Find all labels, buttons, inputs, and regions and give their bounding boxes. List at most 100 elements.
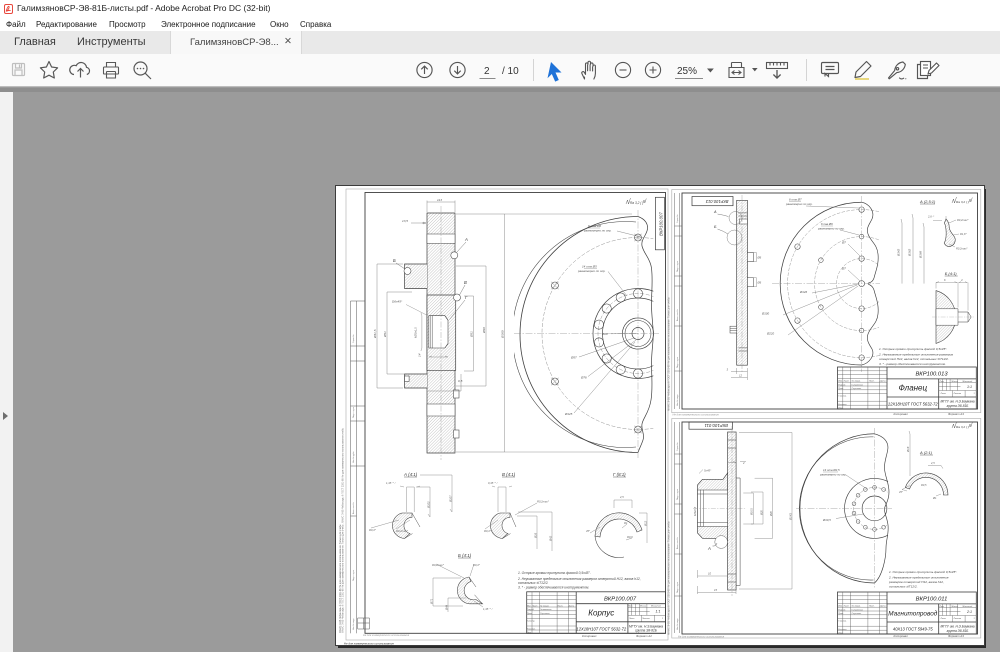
svg-text:1:1: 1:1 xyxy=(967,385,972,389)
svg-text:Не для коммерческого использов: Не для коммерческого использования xyxy=(344,641,394,645)
svg-text:Ra 3,2 ( ): Ra 3,2 ( ) xyxy=(956,425,969,429)
svg-text:А: А xyxy=(707,546,711,551)
svg-text:R1: R1 xyxy=(624,521,628,525)
svg-text:Подп.: Подп. xyxy=(869,380,875,383)
svg-text:1. Острые кромки притупить фас: 1. Острые кромки притупить фаской 0,5х45… xyxy=(889,570,957,574)
svg-text:Листов: Листов xyxy=(641,618,650,620)
svg-text:Т.контр.: Т.контр. xyxy=(838,621,847,623)
svg-text:25%: 25% xyxy=(677,66,697,77)
svg-text:№ докум.: № докум. xyxy=(852,380,862,383)
svg-text:М20х1,5: М20х1,5 xyxy=(414,327,418,338)
svg-text:Разраб.: Разраб. xyxy=(527,609,535,611)
svg-text:Ø6: Ø6 xyxy=(757,256,762,260)
svg-text:равномерно по окр.: равномерно по окр. xyxy=(583,229,612,233)
svg-text:10: 10 xyxy=(708,572,712,576)
svg-text:Ø57: Ø57 xyxy=(570,356,577,360)
svg-text:R0,4*: R0,4* xyxy=(369,528,377,532)
svg-text:Масштаб: Масштаб xyxy=(651,606,662,608)
svg-text:113: 113 xyxy=(437,198,442,202)
svg-text:6 пав.Ø6: 6 пав.Ø6 xyxy=(821,222,833,226)
svg-text:В: В xyxy=(464,280,467,285)
svg-text:1: 1 xyxy=(974,393,975,395)
svg-text:40Х13 ГОСТ 5949-75: 40Х13 ГОСТ 5949-75 xyxy=(893,627,933,632)
svg-text:Подп. и дата: Подп. и дата xyxy=(677,260,679,272)
svg-text:Сережкин: Сережкин xyxy=(852,388,863,390)
svg-text:№ докум.: № докум. xyxy=(852,605,862,608)
svg-text:Б (4:1): Б (4:1) xyxy=(458,553,472,558)
svg-text:2: 2 xyxy=(484,66,490,77)
svg-text:Ø41,5: Ø41,5 xyxy=(373,329,377,339)
svg-text:Т.контр.: Т.контр. xyxy=(838,396,847,398)
svg-text:Пров.: Пров. xyxy=(838,388,844,390)
svg-text:№ докум.: № докум. xyxy=(540,604,550,607)
svg-text:Инв. № подл.: Инв. № подл. xyxy=(676,394,679,406)
svg-text:R0,9: R0,9 xyxy=(627,535,633,539)
svg-text:Взам. инв. №: Взам. инв. № xyxy=(676,537,679,549)
svg-text:Ø107: Ø107 xyxy=(448,495,452,503)
svg-text:Дата: Дата xyxy=(879,606,886,608)
svg-text:Не для коммерческого использов: Не для коммерческого использования xyxy=(678,635,725,639)
svg-text:Изм: Изм xyxy=(527,605,531,607)
svg-text:Утв.: Утв. xyxy=(527,632,532,634)
svg-text:R0,2max*: R0,2max* xyxy=(957,218,969,222)
svg-text:размеров отверстий Н12, валов: размеров отверстий Н12, валов h12, xyxy=(888,580,944,584)
svg-text:Ø51: Ø51 xyxy=(470,331,474,338)
svg-text:Утв.: Утв. xyxy=(838,632,843,634)
svg-text:R0,2max*: R0,2max* xyxy=(432,563,445,567)
svg-text:Н.контр.: Н.контр. xyxy=(838,404,847,406)
svg-text:Пров.: Пров. xyxy=(838,613,844,615)
svg-text:Ø42: Ø42 xyxy=(548,535,552,542)
svg-text:R0,4*: R0,4* xyxy=(484,529,492,533)
svg-text:Ø102: Ø102 xyxy=(426,501,430,509)
svg-text:Галимзянов: Галимзянов xyxy=(540,609,552,611)
svg-text:Лист: Лист xyxy=(531,605,538,607)
svg-text:Галимзянов: Галимзянов xyxy=(852,384,864,386)
svg-text:0,45⁻°·⁷: 0,45⁻°·⁷ xyxy=(488,481,499,485)
svg-text:13,5: 13,5 xyxy=(402,219,408,223)
svg-text:Справ. №: Справ. № xyxy=(676,442,679,451)
svg-text:1: 1 xyxy=(974,618,975,620)
svg-text:Масса: Масса xyxy=(952,381,959,383)
svg-text:1. Острые кромки притупить фас: 1. Острые кромки притупить фаской 0,5х45… xyxy=(518,571,591,575)
svg-text:0,5: 0,5 xyxy=(458,379,463,383)
svg-text:R0,2max*: R0,2max* xyxy=(537,500,550,504)
svg-text:Ra 3,2 ( ): Ra 3,2 ( ) xyxy=(630,201,643,205)
svg-text:2: 2 xyxy=(742,461,745,465)
svg-text:Лист: Лист xyxy=(843,606,850,608)
svg-text:Копировал: Копировал xyxy=(582,634,597,638)
svg-text:Ø1: Ø1 xyxy=(932,496,937,500)
svg-text:D6х45°: D6х45° xyxy=(392,300,403,304)
svg-text:равномерно по окр.: равномерно по окр. xyxy=(817,227,845,231)
svg-text:R0,4*: R0,4* xyxy=(473,563,481,567)
svg-text:Лит.: Лит. xyxy=(627,606,633,608)
svg-text:группа Э8-81Б: группа Э8-81Б xyxy=(635,629,657,633)
svg-text:Лист: Лист xyxy=(628,618,635,620)
svg-text:1. Острые кромки притупить фас: 1. Острые кромки притупить фаской 0,5х45… xyxy=(879,347,947,351)
svg-text:1,45⁻°·⁷: 1,45⁻°·⁷ xyxy=(483,607,494,611)
svg-text:Ø125: Ø125 xyxy=(564,412,573,416)
svg-text:В (4:1): В (4:1) xyxy=(502,472,516,477)
svg-text:Лист: Лист xyxy=(940,618,947,620)
svg-text:15: 15 xyxy=(714,588,718,592)
svg-text:Ø90: Ø90 xyxy=(482,327,486,334)
svg-text:Ø162: Ø162 xyxy=(908,249,912,257)
svg-text:Формат А3: Формат А3 xyxy=(948,412,964,416)
svg-text:1: 1 xyxy=(662,618,663,620)
svg-text:14 отв.Ø5: 14 отв.Ø5 xyxy=(582,265,597,269)
svg-text:Ø10,5: Ø10,5 xyxy=(822,518,831,522)
svg-text:Ø7: Ø7 xyxy=(841,267,846,271)
svg-text:Ø7: Ø7 xyxy=(841,241,846,245)
svg-text:Б (4:1): Б (4:1) xyxy=(945,271,958,276)
svg-text:Инв. № подл.: Инв. № подл. xyxy=(676,618,679,630)
svg-text:R0,2max*: R0,2max* xyxy=(956,247,968,251)
svg-text:Лист: Лист xyxy=(843,381,850,383)
svg-text:Сережкин: Сережкин xyxy=(540,613,551,615)
svg-text:5х45°: 5х45° xyxy=(704,469,712,473)
svg-text:отверстий Н12, валов h12, оста: отверстий Н12, валов h12, остальных ±IT1… xyxy=(879,357,949,361)
svg-text:Ø220: Ø220 xyxy=(766,332,774,336)
svg-text:МАМС Э-8Б Чебоксары й ГОСТ 230: МАМС Э-8Б Чебоксары й ГОСТ 2301-68 Не дл… xyxy=(339,524,342,633)
svg-text:Взам. инв. №: Взам. инв. № xyxy=(352,502,355,514)
svg-text:МАМС Э-8Б Чебоксары й ГОСТ: МАМС Э-8Б Чебоксары й ГОСТ 2301-68 Не дл… xyxy=(668,297,671,411)
svg-text:Фланец: Фланец xyxy=(899,384,928,393)
svg-text:ВКР100.007: ВКР100.007 xyxy=(658,212,663,236)
